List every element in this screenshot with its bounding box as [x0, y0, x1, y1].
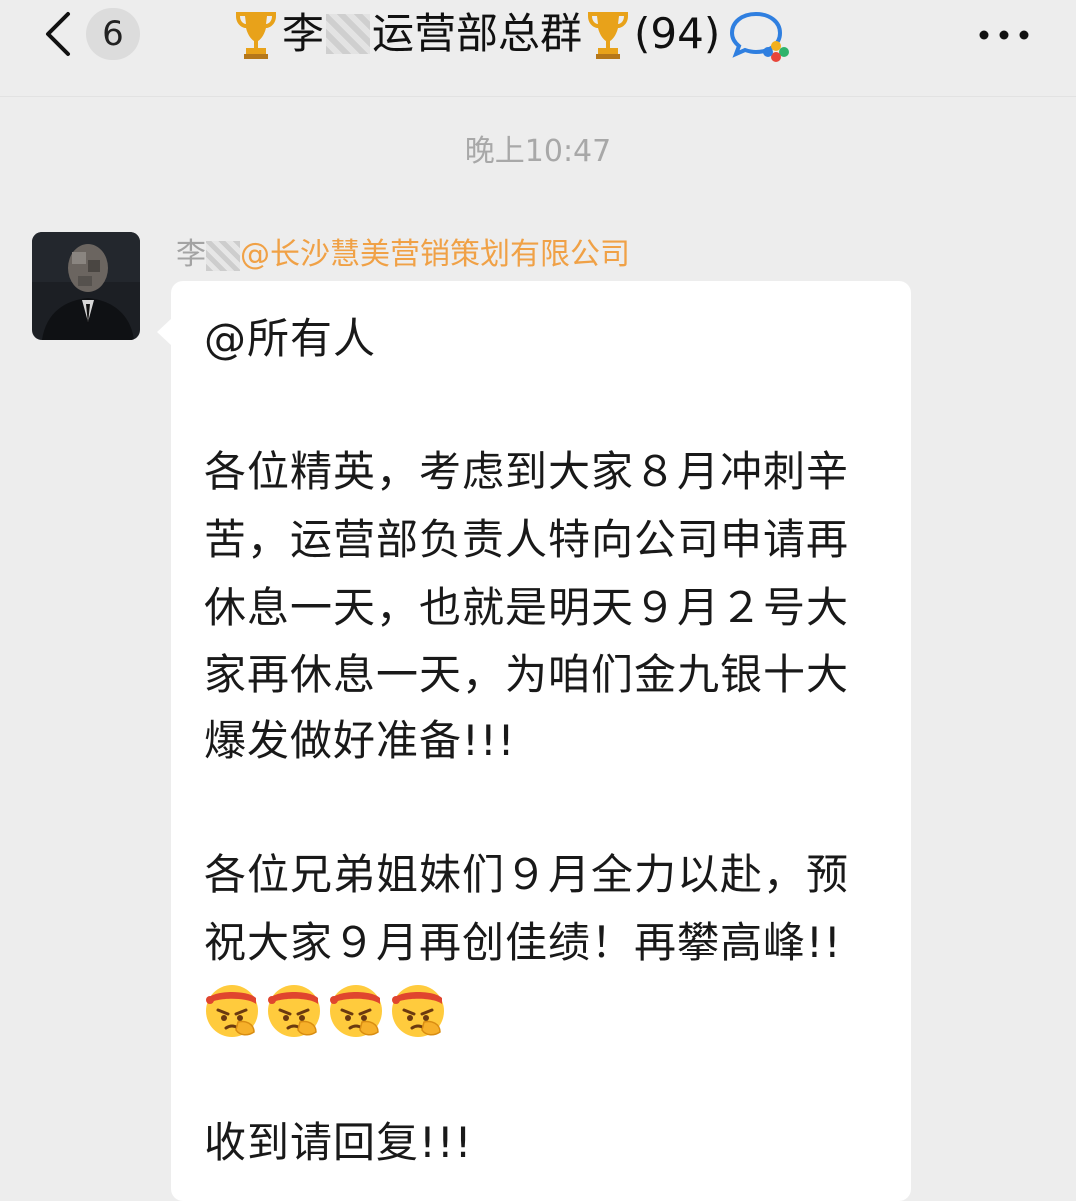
message-line: 各位精英，考虑到大家８月冲刺辛 [204, 447, 850, 496]
wecom-chat-icon [730, 11, 790, 62]
chevron-left-icon[interactable] [38, 8, 82, 60]
message-timestamp: 晚上10:47 [464, 134, 612, 169]
message-line: 祝大家９月再创佳绩！再攀高峰!! [204, 918, 842, 967]
determined-face-emoji [268, 985, 320, 1037]
message-line: 收到请回复!!! [204, 1118, 473, 1167]
sender-avatar[interactable] [32, 232, 140, 340]
sender-name: 李 @长沙慧美营销策划有限公司 [176, 233, 630, 277]
bubble-tail [157, 318, 172, 346]
redacted-name-mosaic [206, 240, 240, 271]
determined-face-emoji [206, 985, 258, 1037]
trophy-icon [236, 12, 276, 59]
unread-count-badge[interactable]: 6 [86, 8, 140, 60]
chat-title-group: 运营部总群 [372, 9, 583, 58]
redacted-name-mosaic [326, 14, 371, 54]
message-line: @所有人 [204, 314, 377, 363]
member-count: (94) [634, 9, 721, 58]
determined-face-emoji [392, 985, 444, 1037]
chat-title[interactable]: 李 运营部总群 (94) [230, 4, 790, 64]
sender-name-text: 李 [176, 237, 206, 272]
determined-face-emoji [330, 985, 382, 1037]
chat-header: 6 李 运营部总群 (94) [0, 0, 1076, 97]
message-line: 各位兄弟姐妹们９月全力以赴，预 [204, 850, 850, 899]
message-line: 家再休息一天，为咱们金九银十大 [204, 650, 850, 699]
chat-title-prefix: 李 [282, 9, 325, 58]
message-line: 休息一天，也就是明天９月２号大 [204, 583, 850, 632]
message-line: 苦，运营部负责人特向公司申请再 [204, 515, 850, 564]
trophy-icon [588, 12, 629, 59]
more-dots-icon[interactable] [974, 22, 1034, 48]
message-line: 爆发做好准备!!! [204, 716, 516, 765]
sender-company: @长沙慧美营销策划有限公司 [240, 237, 630, 272]
emoji-row [202, 980, 448, 1040]
